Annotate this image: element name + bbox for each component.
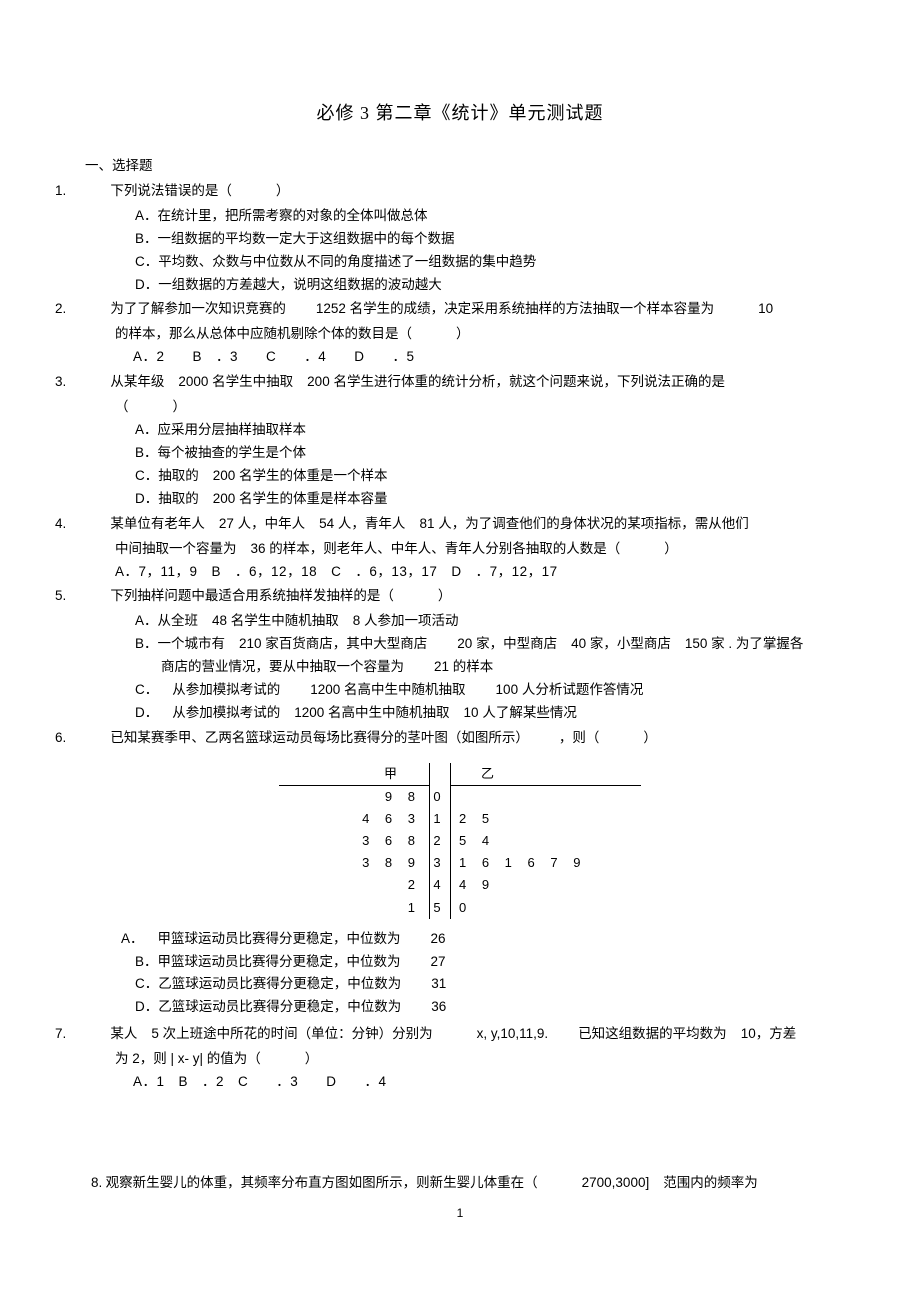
q-number: 2. [85,299,107,320]
q1-opt-a: A．在统计里，把所需考察的对象的全体叫做总体 [85,206,835,227]
q3-opt-b: B．每个被抽查的学生是个体 [85,443,835,464]
q-number: 1. [85,181,107,202]
q-number: 6. [85,728,107,749]
stem-leaf-row: 4 6 312 5 [279,808,641,830]
q7-options: A．1 B ．2 C ．3 D ．4 [85,1072,835,1093]
stem-leaf-row: 3 8 931 6 1 6 7 9 [279,852,641,874]
q-stem: 下列说法错误的是（ [110,183,232,198]
q-number: 7. [85,1024,107,1045]
q6-opt-c: C．乙篮球运动员比赛得分更稳定，中位数为31 [85,974,835,995]
question-3: 3. 从某年级2000 名学生中抽取200 名学生进行体重的统计分析，就这个问题… [85,372,835,393]
q-number: 5. [85,586,107,607]
q1-opt-b: B．一组数据的平均数一定大于这组数据中的每个数据 [85,229,835,250]
page-number: 1 [85,1204,835,1223]
stem-leaf-row: 3 6 825 4 [279,830,641,852]
question-4: 4. 某单位有老年人27 人，中年人54 人，青年人81 人，为了调查他们的身体… [85,514,835,535]
page-title: 必修 3 第二章《统计》单元测试题 [85,100,835,128]
question-7: 7. 某人5 次上班途中所花的时间（单位：分钟）分别为x, y,10,11,9.… [85,1024,835,1045]
q-number: 4. [85,514,107,535]
q2-options: A．2 B ．3 C ．4 D ．5 [85,347,835,368]
q1-opt-d: D．一组数据的方差越大，说明这组数据的波动越大 [85,275,835,296]
q2-stem-cont: 的样本，那么从总体中应随机剔除个体的数目是（） [85,324,835,345]
q4-stem-cont: 中间抽取一个容量为36 的样本，则老年人、中年人、青年人分别各抽取的人数是（） [85,539,835,560]
q3-opt-a: A．应采用分层抽样抽取样本 [85,420,835,441]
q-number: 8. [91,1175,102,1190]
question-6: 6. 已知某赛季甲、乙两名篮球运动员每场比赛得分的茎叶图（如图所示），则（） [85,728,835,749]
q5-opt-b-cont: 商店的营业情况，要从中抽取一个容量为21 的样本 [85,657,835,678]
q7-stem-cont: 为 2，则 | x- y| 的值为（） [85,1049,835,1070]
stem-leaf-head-right: 乙 [451,763,641,786]
q3-opt-d: D．抽取的200 名学生的体重是样本容量 [85,489,835,510]
q4-options: A．7，11，9 B ．6，12，18 C ．6，13，17 D ．7，12，1… [85,562,835,583]
question-2: 2. 为了了解参加一次知识竞赛的1252 名学生的成绩，决定采用系统抽样的方法抽… [85,299,835,320]
q6-opt-b: B．甲篮球运动员比赛得分更稳定，中位数为27 [85,952,835,973]
stem-leaf-row: 9 80 [279,786,641,808]
question-5: 5. 下列抽样问题中最适合用系统抽样发抽样的是（） [85,586,835,607]
q5-opt-b: B．一个城市有210 家百货商店，其中大型商店20 家，中型商店40 家，小型商… [85,634,835,655]
q6-opt-a: A．甲篮球运动员比赛得分更稳定，中位数为26 [85,929,835,950]
stem-leaf-row: 150 [279,897,641,919]
question-1: 1. 下列说法错误的是（） [85,181,835,202]
stem-leaf-plot: 甲 乙 9 804 6 312 53 6 825 43 8 931 6 1 6 … [279,763,641,919]
q5-opt-c: C．从参加模拟考试的1200 名高中生中随机抽取100 人分析试题作答情况 [85,680,835,701]
q-number: 3. [85,372,107,393]
q6-opt-d: D．乙篮球运动员比赛得分更稳定，中位数为36 [85,997,835,1018]
section-heading: 一、选择题 [85,156,835,177]
q3-opt-c: C．抽取的200 名学生的体重是一个样本 [85,466,835,487]
question-8: 8. 观察新生婴儿的体重，其频率分布直方图如图所示，则新生婴儿体重在（2700,… [85,1173,835,1194]
q5-opt-d: D．从参加模拟考试的1200 名高中生中随机抽取10 人了解某些情况 [85,703,835,724]
q5-opt-a: A．从全班48 名学生中随机抽取8 人参加一项活动 [85,611,835,632]
stem-leaf-row: 244 9 [279,874,641,896]
stem-leaf-head-left: 甲 [279,763,430,786]
q3-paren: （） [85,397,835,418]
q1-opt-c: C．平均数、众数与中位数从不同的角度描述了一组数据的集中趋势 [85,252,835,273]
